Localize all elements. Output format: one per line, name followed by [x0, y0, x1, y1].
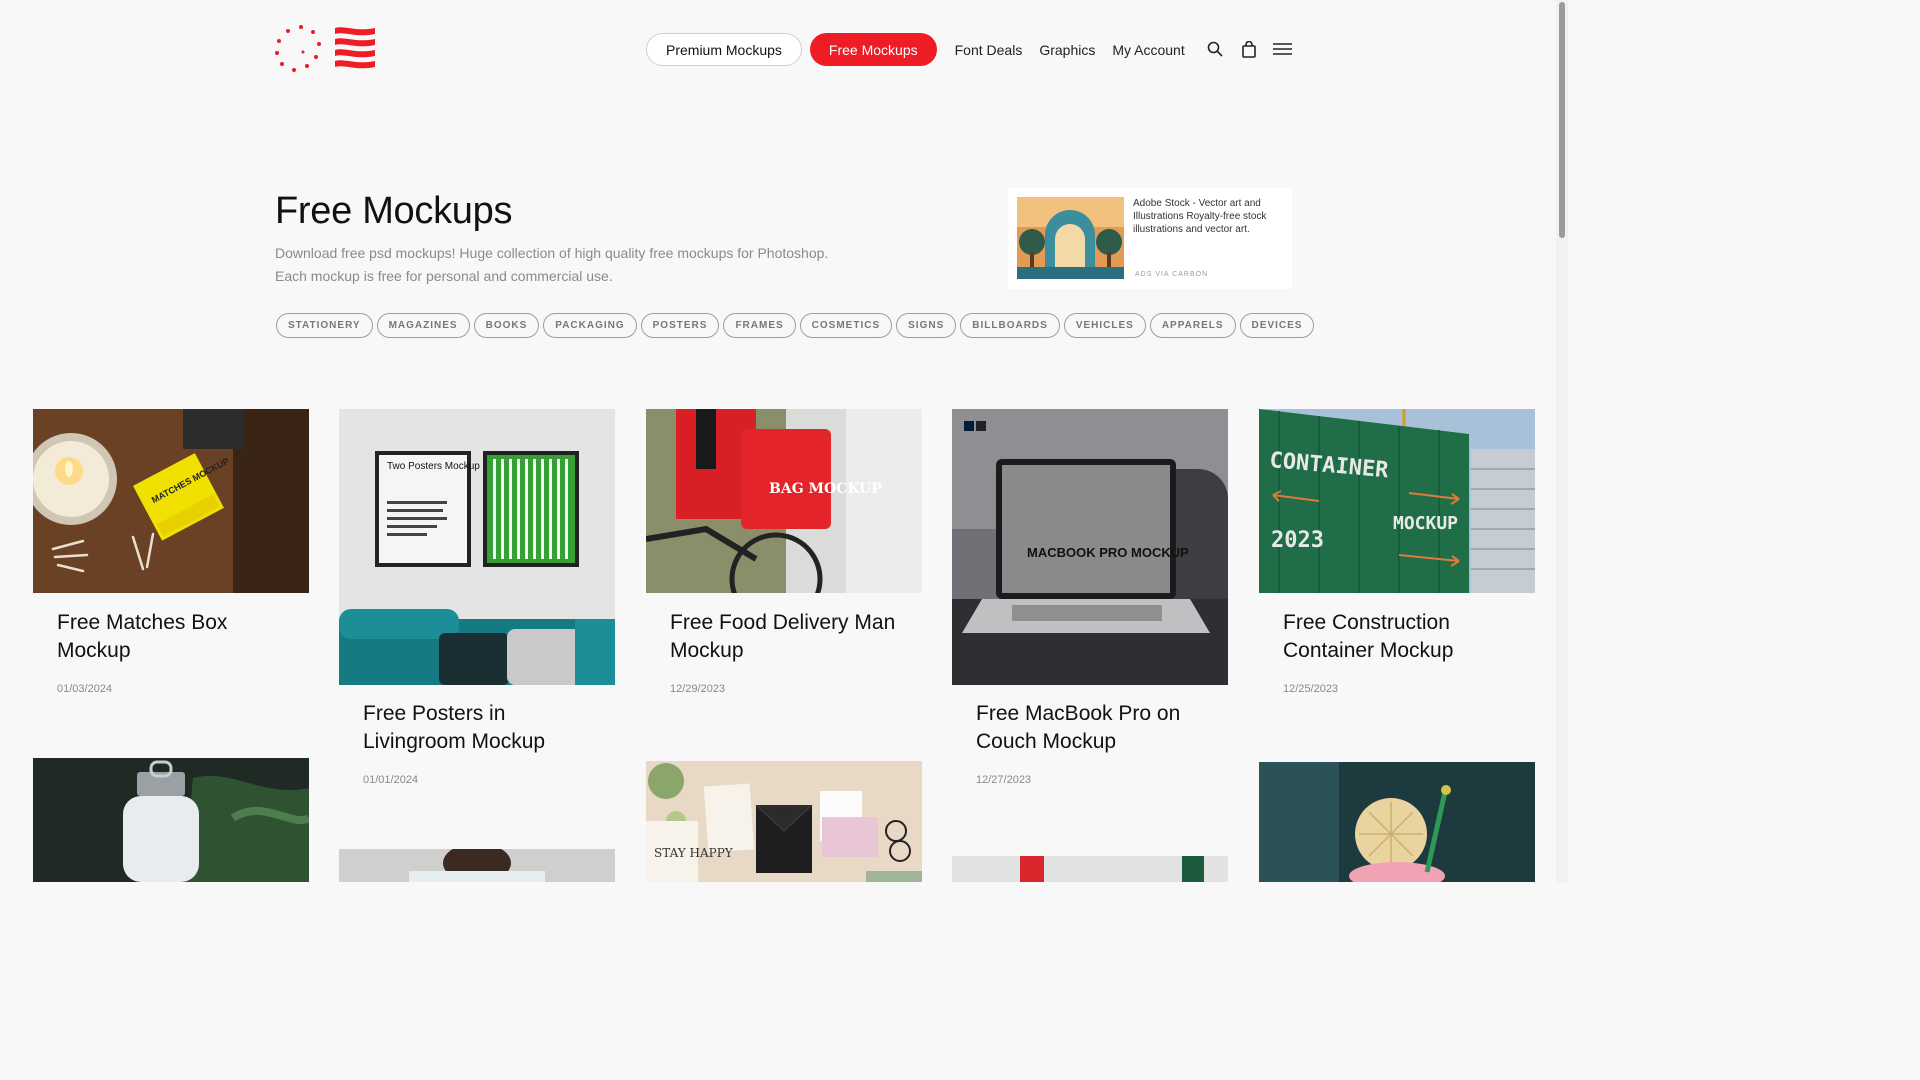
ad-image[interactable]	[1017, 197, 1124, 279]
hamburger-menu-icon[interactable]	[1272, 40, 1292, 58]
card-date: 12/25/2023	[1283, 683, 1339, 695]
category-frames[interactable]: FRAMES	[723, 313, 796, 338]
page-title: Free Mockups	[275, 190, 513, 232]
scrollbar-thumb[interactable]	[1559, 2, 1565, 238]
category-stationery[interactable]: STATIONERY	[276, 313, 373, 338]
ad-via-label[interactable]: ADS VIA CARBON	[1135, 271, 1208, 278]
poster-text: Two Posters Mockup	[387, 461, 480, 472]
container-text-2: MOCKUP	[1393, 513, 1458, 534]
mockup-card-posters[interactable]: Two Posters Mockup Free Posters in Livin…	[339, 409, 615, 799]
site-header: Premium Mockups Free Mockups Font Deals …	[0, 0, 1556, 100]
nav-graphics[interactable]: Graphics	[1039, 42, 1095, 58]
mockup-card-macbook[interactable]: MACBOOK PRO MOCKUP Free MacBook Pro on C…	[952, 409, 1228, 799]
search-icon[interactable]	[1206, 40, 1224, 58]
mockup-card-tshirt[interactable]	[339, 849, 615, 882]
premium-mockups-button[interactable]: Premium Mockups	[646, 33, 802, 66]
carbon-ad[interactable]: Adobe Stock - Vector art and Illustratio…	[1008, 188, 1292, 289]
bag-text: BAG MOCKUP	[769, 481, 882, 497]
card-image[interactable]	[339, 849, 615, 882]
category-cosmetics[interactable]: COSMETICS	[799, 313, 893, 338]
category-signs[interactable]: SIGNS	[896, 313, 957, 338]
card-title[interactable]: Free MacBook Pro on Couch Mockup	[976, 700, 1216, 756]
mockup-card-matches[interactable]: MATCHES MOCKUP Free Matches Box Mockup 0…	[33, 409, 309, 709]
card-date: 01/01/2024	[363, 774, 419, 786]
mockup-card-food-delivery[interactable]: BAG MOCKUP Free Food Delivery Man Mockup…	[646, 409, 922, 709]
container-text-3: 2023	[1271, 528, 1324, 553]
card-date: 12/27/2023	[976, 774, 1032, 786]
macbook-screen-text: MACBOOK PRO MOCKUP	[1027, 545, 1189, 560]
mockupworld-logo[interactable]	[275, 24, 387, 76]
card-date: 01/03/2024	[57, 683, 113, 695]
page-scrollbar[interactable]	[1556, 0, 1568, 882]
category-devices[interactable]: DEVICES	[1239, 313, 1315, 338]
card-image[interactable]	[952, 856, 1228, 882]
mockup-card-bottle[interactable]	[33, 758, 309, 882]
card-title[interactable]: Free Food Delivery Man Mockup	[670, 609, 910, 665]
description-line-1: Download free psd mockups! Huge collecti…	[275, 245, 829, 261]
card-title[interactable]: Free Posters in Livingroom Mockup	[363, 700, 603, 756]
mockup-card-ice-cream[interactable]	[1259, 762, 1535, 882]
category-filters: STATIONERY MAGAZINES BOOKS PACKAGING POS…	[276, 313, 1318, 338]
card-image[interactable]: CONTAINER MOCKUP 2023	[1259, 409, 1535, 593]
card-image[interactable]: MATCHES MOCKUP	[33, 409, 309, 593]
page-description: Download free psd mockups! Huge collecti…	[275, 242, 835, 288]
category-vehicles[interactable]: VEHICLES	[1063, 313, 1146, 338]
mockup-card-stationery[interactable]: STAY HAPPY	[646, 761, 922, 882]
card-image[interactable]	[1259, 762, 1535, 882]
nav-my-account[interactable]: My Account	[1112, 42, 1184, 58]
card-image[interactable]	[33, 758, 309, 882]
free-mockups-button[interactable]: Free Mockups	[809, 33, 937, 66]
nav-font-deals[interactable]: Font Deals	[955, 42, 1023, 58]
category-books[interactable]: BOOKS	[473, 313, 540, 338]
category-magazines[interactable]: MAGAZINES	[376, 313, 470, 338]
card-image[interactable]: MACBOOK PRO MOCKUP	[952, 409, 1228, 685]
description-line-2: Each mockup is free for personal and com…	[275, 268, 613, 284]
card-title[interactable]: Free Construction Container Mockup	[1283, 609, 1523, 665]
shopping-bag-icon[interactable]	[1240, 40, 1258, 58]
ad-text[interactable]: Adobe Stock - Vector art and Illustratio…	[1133, 197, 1283, 236]
category-billboards[interactable]: BILLBOARDS	[960, 313, 1060, 338]
category-packaging[interactable]: PACKAGING	[543, 313, 637, 338]
mockup-card-bottles[interactable]	[952, 856, 1228, 882]
card-title[interactable]: Free Matches Box Mockup	[57, 609, 297, 665]
category-posters[interactable]: POSTERS	[640, 313, 720, 338]
stationery-text: STAY HAPPY	[654, 846, 734, 860]
main-nav: Premium Mockups Free Mockups Font Deals …	[646, 33, 1192, 66]
mockup-card-container[interactable]: CONTAINER MOCKUP 2023 Free Construction …	[1259, 409, 1535, 709]
card-image[interactable]: Two Posters Mockup	[339, 409, 615, 685]
category-apparels[interactable]: APPARELS	[1149, 313, 1236, 338]
card-image[interactable]: STAY HAPPY	[646, 761, 922, 882]
card-date: 12/29/2023	[670, 683, 726, 695]
card-image[interactable]: BAG MOCKUP	[646, 409, 922, 593]
